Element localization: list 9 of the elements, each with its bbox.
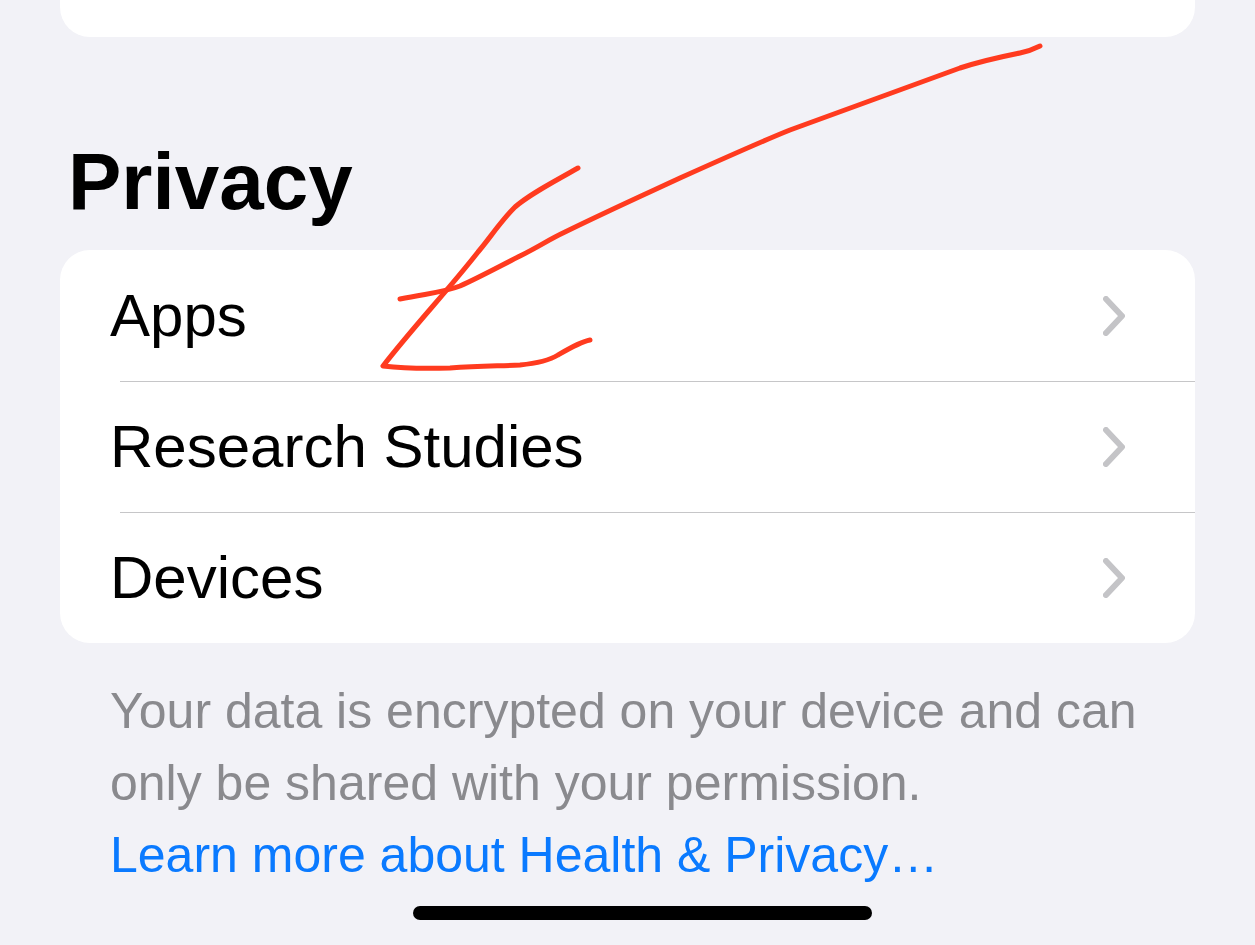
settings-row[interactable]: Devices: [60, 512, 1195, 643]
settings-row[interactable]: Apps: [60, 250, 1195, 381]
chevron-right-icon: [1103, 426, 1125, 467]
chevron-right-icon: [1103, 295, 1125, 336]
learn-more-link[interactable]: Learn more about Health & Privacy…: [110, 827, 939, 883]
chevron-right-icon: [1103, 557, 1125, 598]
settings-row[interactable]: Research Studies: [60, 381, 1195, 512]
section-title: Privacy: [68, 137, 354, 227]
footer-note: Your data is encrypted on your device and can only be shared with your permission.: [110, 682, 1138, 813]
